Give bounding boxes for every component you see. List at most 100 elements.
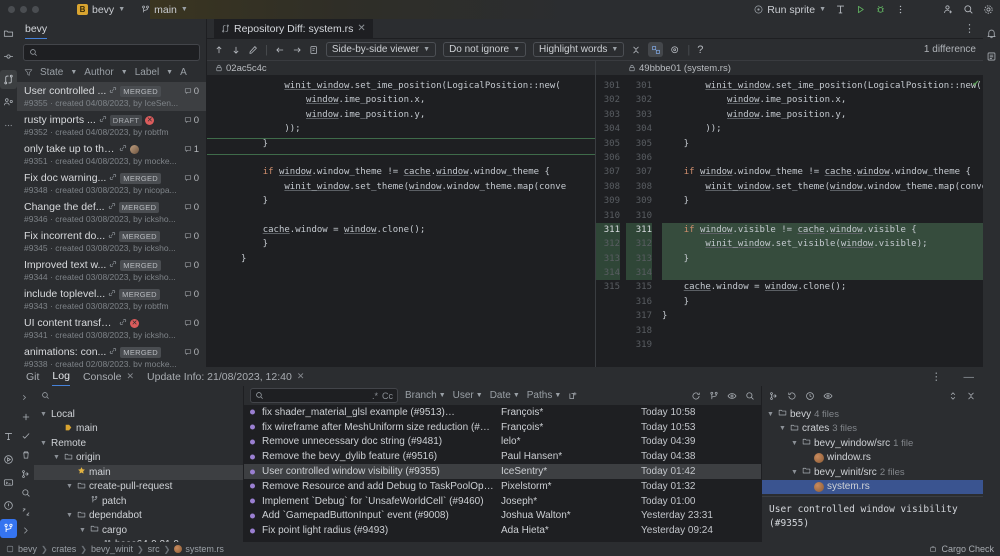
log-filter-paths[interactable]: Paths ▼ (527, 390, 562, 401)
delete-branch-icon[interactable] (17, 447, 34, 462)
pull-request-item[interactable]: only take up to the m... 1 #9351 · created… (17, 140, 206, 169)
previous-difference-icon[interactable] (214, 45, 224, 55)
pull-request-item[interactable]: animations: con... MERGED 0 #9338 · created… (17, 343, 206, 367)
git-tab-git[interactable]: Git (26, 371, 39, 383)
editor-more-icon[interactable]: ⋮ (964, 22, 976, 35)
previous-file-icon[interactable] (275, 45, 285, 55)
pull-request-list[interactable]: User controlled ... MERGED 0 #9355 · create… (17, 82, 206, 367)
close-icon[interactable]: ✕ (357, 23, 365, 34)
pull-request-item[interactable]: Fix doc warning... MERGED 0 #9348 · created… (17, 169, 206, 198)
project-selector[interactable]: B bevy ▼ (77, 4, 125, 16)
next-difference-icon[interactable] (231, 45, 241, 55)
commit-row[interactable]: Implement `Debug` for `UnsafeWorldCell` … (244, 494, 761, 509)
commit-row[interactable]: Fix point light radius (#9493) Ada Hieta*… (244, 523, 761, 538)
pr-filter-assignee[interactable]: A (180, 67, 187, 78)
regex-icon[interactable]: .* (372, 391, 378, 401)
changed-file-item[interactable]: ▼ bevy 4 files (762, 407, 983, 422)
branch-search-input[interactable] (34, 386, 243, 405)
new-tab-icon[interactable] (568, 391, 578, 401)
pr-filter-label[interactable]: Label (135, 67, 159, 78)
history-icon[interactable] (805, 391, 815, 401)
edit-icon[interactable] (248, 45, 258, 55)
breadcrumb-item[interactable]: crates (52, 544, 77, 554)
changed-file-item[interactable]: system.rs (762, 479, 983, 494)
branch-tree-item[interactable]: main (34, 422, 243, 437)
highlight-mode-dropdown[interactable]: Highlight words ▼ (533, 42, 625, 57)
log-filter-date[interactable]: Date ▼ (490, 390, 520, 401)
chevron-down-icon[interactable]: ▼ (767, 411, 775, 418)
pull-request-item[interactable]: User controlled ... MERGED 0 #9355 · create… (17, 82, 206, 111)
debug-icon[interactable] (875, 4, 886, 15)
more-icon[interactable] (895, 4, 906, 15)
minimize-panel-icon[interactable]: — (964, 371, 975, 383)
search-icon[interactable] (963, 4, 974, 15)
editor-tab-repository-diff[interactable]: Repository Diff: system.rs ✕ (214, 18, 373, 39)
problems-tool-icon[interactable] (0, 496, 17, 515)
maximize-window-button[interactable] (32, 6, 39, 13)
pull-requests-list-icon[interactable] (0, 93, 17, 112)
filter-icon[interactable] (24, 68, 33, 77)
pr-search-input[interactable] (23, 44, 200, 61)
breadcrumb[interactable]: bevy ❯ crates ❯ bevy_winit ❯ src ❯ system.rs (18, 544, 224, 554)
diff-left-side[interactable]: winit_window.set_ime_position(LogicalPos… (207, 75, 595, 367)
settings-gear-icon[interactable] (983, 4, 994, 15)
pull-request-item[interactable]: include toplevel... MERGED 0 #9343 · create… (17, 285, 206, 314)
eye-icon[interactable] (823, 391, 833, 401)
project-tool-icon[interactable] (0, 24, 17, 43)
eye-icon[interactable] (727, 391, 737, 401)
chevron-down-icon[interactable]: ▼ (791, 469, 799, 476)
pr-filter-state[interactable]: State (40, 67, 63, 78)
jump-to-source-icon[interactable] (309, 45, 319, 55)
commit-tool-icon[interactable] (0, 47, 17, 66)
diff-settings-icon[interactable] (670, 45, 680, 55)
close-icon[interactable]: ✕ (297, 371, 305, 382)
branch-tree-item[interactable]: ▼ dependabot (34, 509, 243, 524)
commit-row[interactable]: Remove unnecessary doc string (#9481) lel… (244, 435, 761, 450)
chevron-down-icon[interactable]: ▼ (40, 411, 48, 418)
viewer-mode-dropdown[interactable]: Side-by-side viewer ▼ (325, 42, 437, 57)
commit-ref-tag[interactable]: origin & main (448, 406, 501, 417)
chevron-down-icon[interactable]: ▼ (66, 512, 74, 519)
changed-file-item[interactable]: window.rs (762, 451, 983, 466)
checkout-icon[interactable] (17, 428, 34, 443)
branch-tree-item[interactable]: ▼ origin (34, 451, 243, 466)
commit-row[interactable]: Remove the bevy_dylib feature (#9516) Pau… (244, 449, 761, 464)
chevron-down-icon[interactable]: ▼ (79, 527, 87, 534)
log-search-input[interactable]: .* Cc (250, 388, 398, 403)
run-icon[interactable] (855, 4, 866, 15)
window-controls[interactable] (8, 6, 39, 13)
search-commits-icon[interactable] (745, 391, 755, 401)
build-icon[interactable] (835, 4, 846, 15)
pull-request-item[interactable]: UI content transform ✕ 0 #9341 · created 03… (17, 314, 206, 343)
favorite-star-icon[interactable] (77, 466, 86, 478)
cargo-check-label[interactable]: Cargo Check (941, 544, 994, 554)
commit-row[interactable]: Add `GamepadButtonInput` event (#9008) Jo… (244, 509, 761, 524)
pull-request-item[interactable]: Change the def... MERGED 0 #9346 · created … (17, 198, 206, 227)
branch-tree-item[interactable]: ▼ Local (34, 407, 243, 422)
git-tab-console[interactable]: Console (83, 371, 122, 383)
right-revision[interactable]: 49bbbe01 (system.rs) (595, 61, 983, 75)
left-code[interactable]: winit_window.set_ime_position(LogicalPos… (237, 75, 595, 367)
match-case-icon[interactable]: Cc (382, 391, 393, 401)
collapse-all-icon[interactable] (966, 391, 976, 401)
git-tool-icon[interactable] (0, 519, 17, 538)
git-panel-more-icon[interactable]: ⋮ (931, 371, 943, 383)
merge-icon[interactable] (17, 466, 34, 481)
close-icon[interactable]: ✕ (126, 371, 134, 382)
next-file-icon[interactable] (292, 45, 302, 55)
chevron-down-icon[interactable]: ▼ (40, 440, 48, 447)
more-tools-icon[interactable] (0, 116, 17, 135)
minimize-window-button[interactable] (20, 6, 27, 13)
notes-icon[interactable] (983, 47, 1000, 66)
breadcrumb-item[interactable]: src (148, 544, 160, 554)
pull-request-item[interactable]: Improved text w... MERGED 0 #9344 · created… (17, 256, 206, 285)
pr-filter-author[interactable]: Author (84, 67, 113, 78)
collapse-branches-icon[interactable] (17, 390, 34, 405)
cherry-pick-icon[interactable] (769, 391, 779, 401)
breadcrumb-item[interactable]: bevy_winit (91, 544, 133, 554)
branch-tree-item[interactable]: patch (34, 494, 243, 509)
run-tool-icon[interactable] (0, 450, 17, 469)
pr-panel-tab[interactable]: bevy (25, 23, 48, 39)
add-branch-icon[interactable] (17, 409, 34, 424)
toggle-whitespace-icon[interactable] (648, 42, 664, 57)
